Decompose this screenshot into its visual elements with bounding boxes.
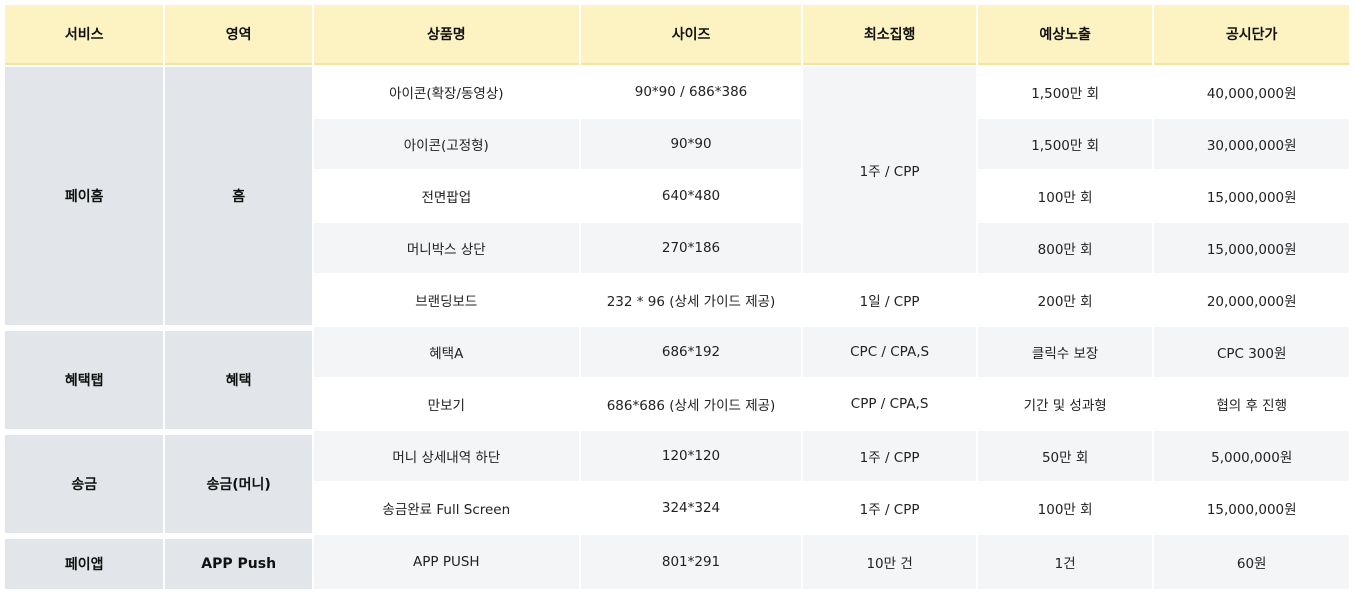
header-size: 사이즈 <box>580 5 802 65</box>
price-cell: 5,000,000원 <box>1154 431 1349 481</box>
product-cell: APP PUSH <box>313 535 579 589</box>
size-cell: 120*120 <box>580 431 802 481</box>
product-cell: 아이콘(확장/동영상) <box>313 67 579 117</box>
price-cell: 30,000,000원 <box>1154 119 1349 169</box>
min-execution-cell: 1주 / CPP <box>803 431 976 481</box>
table-row: 혜택탭 혜택 혜택A 686*192 CPC / CPA,S 클릭수 보장 CP… <box>5 327 1349 429</box>
size-cell: 270*186 <box>580 223 802 273</box>
size-cell: 686*686 (상세 가이드 제공) <box>580 379 802 429</box>
table-row: 페이앱 APP Push APP PUSH 801*291 10만 건 1건 6… <box>5 535 1349 589</box>
price-cell: 20,000,000원 <box>1154 275 1349 325</box>
size-cell: 232 * 96 (상세 가이드 제공) <box>580 275 802 325</box>
area-cell: APP Push <box>165 535 312 589</box>
price-cell: 15,000,000원 <box>1154 223 1349 273</box>
exposure-cell: 200만 회 <box>977 275 1153 325</box>
service-cell: 페이앱 <box>5 535 164 589</box>
size-cell: 640*480 <box>580 171 802 221</box>
price-cell: 15,000,000원 <box>1154 171 1349 221</box>
product-cell: 브랜딩보드 <box>313 275 579 325</box>
exposure-cell: 100만 회 <box>977 483 1153 533</box>
price-cell: 15,000,000원 <box>1154 483 1349 533</box>
min-execution-cell: 1주 / CPP <box>803 67 976 273</box>
product-cell: 머니 상세내역 하단 <box>313 431 579 481</box>
table-row: 페이홈 홈 아이콘(확장/동영상) 90*90 / 686*386 1주 / C… <box>5 67 1349 325</box>
size-cell: 801*291 <box>580 535 802 589</box>
size-cell: 90*90 / 686*386 <box>580 67 802 117</box>
min-execution-cell: 10만 건 <box>803 535 976 589</box>
service-cell: 송금 <box>5 431 164 533</box>
exposure-cell: 기간 및 성과형 <box>977 379 1153 429</box>
header-min-execution: 최소집행 <box>803 5 976 65</box>
header-row: 서비스 영역 상품명 사이즈 최소집행 예상노출 공시단가 <box>5 5 1349 65</box>
product-cell: 전면팝업 <box>313 171 579 221</box>
min-execution-cell: 1일 / CPP <box>803 275 976 325</box>
price-cell: CPC 300원 <box>1154 327 1349 377</box>
product-cell: 혜택A <box>313 327 579 377</box>
min-execution-cell: 1주 / CPP <box>803 483 976 533</box>
header-area: 영역 <box>165 5 312 65</box>
service-cell: 페이홈 <box>5 67 164 325</box>
min-execution-cell: CPC / CPA,S <box>803 327 976 377</box>
price-cell: 협의 후 진행 <box>1154 379 1349 429</box>
table-row: 송금 송금(머니) 머니 상세내역 하단 120*120 1주 / CPP 50… <box>5 431 1349 533</box>
area-cell: 홈 <box>165 67 312 325</box>
service-cell: 혜택탭 <box>5 327 164 429</box>
size-cell: 90*90 <box>580 119 802 169</box>
exposure-cell: 1,500만 회 <box>977 119 1153 169</box>
exposure-cell: 클릭수 보장 <box>977 327 1153 377</box>
exposure-cell: 1건 <box>977 535 1153 589</box>
header-expected-exposure: 예상노출 <box>977 5 1153 65</box>
product-cell: 머니박스 상단 <box>313 223 579 273</box>
exposure-cell: 100만 회 <box>977 171 1153 221</box>
size-cell: 324*324 <box>580 483 802 533</box>
price-cell: 40,000,000원 <box>1154 67 1349 117</box>
product-cell: 만보기 <box>313 379 579 429</box>
header-service: 서비스 <box>5 5 164 65</box>
product-cell: 송금완료 Full Screen <box>313 483 579 533</box>
header-list-price: 공시단가 <box>1154 5 1349 65</box>
exposure-cell: 50만 회 <box>977 431 1153 481</box>
exposure-cell: 1,500만 회 <box>977 67 1153 117</box>
size-cell: 686*192 <box>580 327 802 377</box>
product-cell: 아이콘(고정형) <box>313 119 579 169</box>
price-cell: 60원 <box>1154 535 1349 589</box>
header-product: 상품명 <box>313 5 579 65</box>
min-execution-cell: CPP / CPA,S <box>803 379 976 429</box>
area-cell: 송금(머니) <box>165 431 312 533</box>
exposure-cell: 800만 회 <box>977 223 1153 273</box>
ad-price-table: 서비스 영역 상품명 사이즈 최소집행 예상노출 공시단가 페이홈 홈 아이콘(… <box>3 3 1351 591</box>
area-cell: 혜택 <box>165 327 312 429</box>
